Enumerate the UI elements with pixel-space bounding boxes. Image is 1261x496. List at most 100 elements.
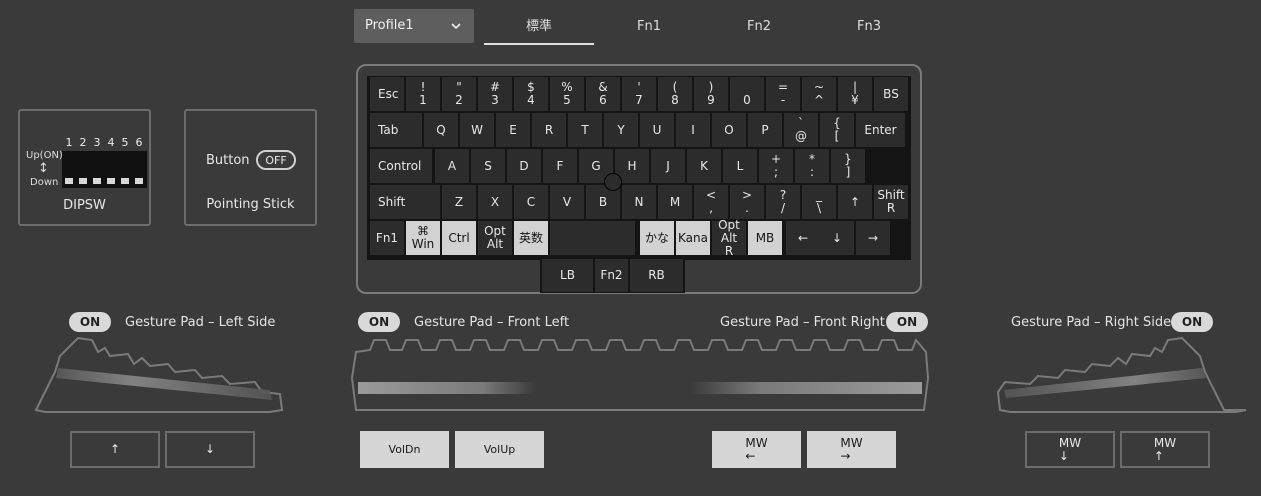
gesture-right-toggle[interactable]: ON: [1171, 312, 1213, 332]
key-row3-3[interactable]: D: [507, 149, 541, 183]
gesture-right-button-1[interactable]: MW ↓: [1025, 431, 1115, 468]
tab-standard[interactable]: 標準: [484, 9, 594, 45]
key-row5-9[interactable]: MB: [748, 221, 782, 255]
key-row1-3[interactable]: # 3: [478, 77, 512, 111]
profile-dropdown[interactable]: Profile1: [354, 9, 474, 43]
key-row2-4[interactable]: R: [532, 113, 566, 147]
gesture-left-button-1[interactable]: ↑: [70, 431, 160, 468]
dipsw-switch-4[interactable]: [105, 151, 117, 186]
key-row1-8[interactable]: ( 8: [658, 77, 692, 111]
key-row5-6[interactable]: かな: [640, 221, 674, 255]
key-row3-1[interactable]: A: [435, 149, 469, 183]
key-row4-3[interactable]: C: [514, 185, 548, 219]
gesture-front-right-button-1[interactable]: MW ←: [712, 431, 801, 468]
key-row2-10[interactable]: P: [748, 113, 782, 147]
key-row2-0[interactable]: Tab: [370, 113, 422, 147]
key-row3-8[interactable]: K: [687, 149, 721, 183]
key-row4-11[interactable]: _ \: [802, 185, 836, 219]
key-row5-4[interactable]: 英数: [514, 221, 548, 255]
dipsw-switch-2[interactable]: [77, 151, 89, 186]
key-row5-5[interactable]: [550, 221, 635, 255]
key-row5-12[interactable]: →: [856, 221, 890, 255]
key-row2-6[interactable]: Y: [604, 113, 638, 147]
key-row4-10[interactable]: ? /: [766, 185, 800, 219]
gesture-front-right-toggle[interactable]: ON: [886, 312, 928, 332]
key-row6-0[interactable]: LB: [542, 259, 593, 292]
key-row1-10[interactable]: 0: [730, 77, 764, 111]
key-row2-5[interactable]: T: [568, 113, 602, 147]
gesture-left-toggle[interactable]: ON: [69, 312, 111, 332]
key-row5-2[interactable]: Ctrl: [442, 221, 476, 255]
key-row5-3[interactable]: Opt Alt: [478, 221, 512, 255]
key-row3-0[interactable]: Control: [370, 149, 432, 183]
dipsw-down-label: Down: [30, 177, 59, 188]
gesture-front-left-button-2[interactable]: VolUp: [455, 431, 544, 468]
pointing-stick-toggle[interactable]: OFF: [256, 150, 296, 170]
key-row1-5[interactable]: % 5: [550, 77, 584, 111]
dipsw-numbers: 1 2 3 4 5 6: [62, 136, 150, 150]
key-row1-0[interactable]: Esc: [370, 77, 404, 111]
dipsw-number: 4: [107, 136, 115, 149]
key-row2-7[interactable]: U: [640, 113, 674, 147]
key-row4-2[interactable]: X: [478, 185, 512, 219]
dipsw-switch-6[interactable]: [133, 151, 145, 186]
key-row3-4[interactable]: F: [543, 149, 577, 183]
key-row4-0[interactable]: Shift: [370, 185, 440, 219]
gesture-front-right-button-2[interactable]: MW →: [807, 431, 896, 468]
key-row6-2[interactable]: RB: [630, 259, 683, 292]
key-row4-8[interactable]: < ,: [694, 185, 728, 219]
key-row4-13[interactable]: Shift R: [874, 185, 908, 219]
key-row5-8[interactable]: Opt Alt R: [712, 218, 746, 257]
dipsw-switch-block: [62, 151, 147, 188]
key-row5-0[interactable]: Fn1: [370, 221, 404, 255]
key-row1-12[interactable]: ~ ^: [802, 77, 836, 111]
key-row1-14[interactable]: BS: [874, 77, 908, 111]
key-row2-1[interactable]: Q: [424, 113, 458, 147]
key-row3-10[interactable]: + ;: [759, 149, 793, 183]
key-row4-1[interactable]: Z: [442, 185, 476, 219]
key-row2-13[interactable]: Enter: [856, 113, 905, 147]
key-row2-3[interactable]: E: [496, 113, 530, 147]
profile-selected: Profile1: [365, 18, 414, 33]
key-row5-1[interactable]: ⌘ Win: [406, 221, 440, 255]
key-row5-7[interactable]: Kana: [676, 221, 710, 255]
key-row2-11[interactable]: ` @: [784, 113, 818, 147]
key-row1-2[interactable]: " 2: [442, 77, 476, 111]
dipsw-switch-3[interactable]: [91, 151, 103, 186]
key-row3-12[interactable]: } ]: [831, 149, 865, 183]
gesture-right-button-2[interactable]: MW ↑: [1120, 431, 1210, 468]
key-row2-9[interactable]: O: [712, 113, 746, 147]
key-row1-13[interactable]: | ¥: [838, 77, 872, 111]
key-row3-11[interactable]: * :: [795, 149, 829, 183]
key-row6-1[interactable]: Fn2: [595, 259, 628, 292]
tab-fn2[interactable]: Fn2: [704, 9, 814, 43]
key-row2-12[interactable]: { [: [820, 113, 854, 147]
gesture-front-left-button-1[interactable]: VolDn: [360, 431, 449, 468]
key-row5-10[interactable]: ←: [786, 221, 820, 255]
key-row5-11[interactable]: ↓: [820, 221, 854, 255]
trackpoint[interactable]: [604, 173, 622, 191]
gesture-left-button-2[interactable]: ↓: [165, 431, 255, 468]
key-row3-7[interactable]: J: [651, 149, 685, 183]
key-row3-2[interactable]: S: [471, 149, 505, 183]
key-row4-7[interactable]: M: [658, 185, 692, 219]
key-row4-12[interactable]: ↑: [838, 185, 872, 219]
key-row2-8[interactable]: I: [676, 113, 710, 147]
tab-fn1[interactable]: Fn1: [594, 9, 704, 43]
key-row1-6[interactable]: & 6: [586, 77, 620, 111]
key-row1-9[interactable]: ) 9: [694, 77, 728, 111]
gesture-front-left-toggle[interactable]: ON: [358, 312, 400, 332]
key-row1-7[interactable]: ' 7: [622, 77, 656, 111]
tab-fn3[interactable]: Fn3: [814, 9, 924, 43]
key-row3-9[interactable]: L: [723, 149, 757, 183]
dipsw-panel[interactable]: Up(ON) ↕ Down 1 2 3 4 5 6 DIPSW: [18, 109, 151, 226]
key-row4-6[interactable]: N: [622, 185, 656, 219]
key-row4-9[interactable]: > .: [730, 185, 764, 219]
key-row4-4[interactable]: V: [550, 185, 584, 219]
key-row1-4[interactable]: $ 4: [514, 77, 548, 111]
key-row2-2[interactable]: W: [460, 113, 494, 147]
key-row1-11[interactable]: = -: [766, 77, 800, 111]
dipsw-switch-1[interactable]: [63, 151, 75, 186]
key-row1-1[interactable]: ! 1: [406, 77, 440, 111]
dipsw-switch-5[interactable]: [119, 151, 131, 186]
